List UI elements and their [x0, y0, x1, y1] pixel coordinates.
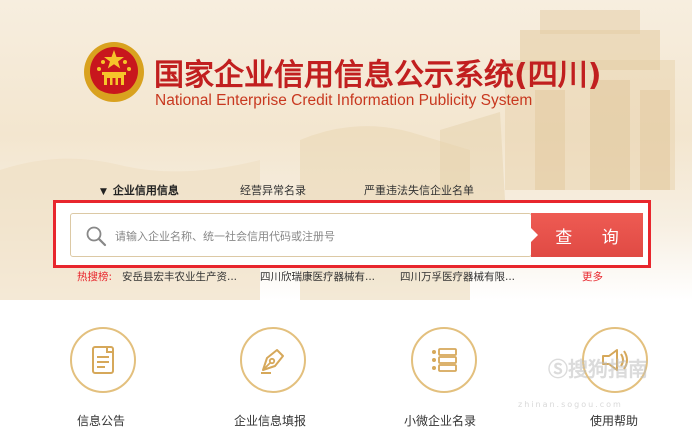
search-button[interactable]: 查 询 [531, 213, 643, 257]
hot-search-bar: 热搜榜: 安岳县宏丰农业生产资... 四川欣瑞康医疗器械有... 四川万孚医疗器… [0, 269, 692, 283]
list-icon [432, 348, 457, 372]
site-title-chinese: 国家企业信用信息公示系统(四川) [154, 58, 602, 93]
tab-label: 严重违法失信企业名单 [364, 184, 474, 197]
tab-label: 企业信用信息 [112, 184, 179, 197]
hot-search-item[interactable]: 四川万孚医疗器械有限... [400, 269, 515, 284]
watermark: Ⓢ搜狗指南 [548, 357, 648, 381]
feature-info-announcement[interactable] [70, 327, 136, 397]
hot-search-item[interactable]: 安岳县宏丰农业生产资... [122, 269, 237, 284]
site-title-english: National Enterprise Credit Information P… [155, 92, 533, 109]
tab-serious-violation-list[interactable]: 严重违法失信企业名单 [364, 182, 474, 198]
tab-label: 经营异常名录 [240, 184, 306, 197]
watermark-url: zhinan.sogou.com [518, 400, 623, 409]
hot-search-item[interactable]: 四川欣瑞康医疗器械有... [260, 269, 375, 284]
tab-enterprise-credit-info[interactable]: ▼ 企业信用信息 [100, 182, 179, 198]
feature-circle [411, 327, 477, 393]
feature-enterprise-info-report[interactable] [240, 327, 306, 397]
feature-circle [240, 327, 306, 393]
search-box [70, 213, 532, 257]
feature-label[interactable]: 企业信息填报 [234, 412, 306, 429]
feature-circle [70, 327, 136, 393]
search-button-label: 查 询 [555, 227, 631, 248]
national-emblem-icon [84, 42, 144, 102]
pen-nib-icon [261, 349, 284, 374]
document-icon [92, 346, 114, 374]
feature-label[interactable]: 信息公告 [77, 412, 125, 429]
tab-abnormal-operations-list[interactable]: 经营异常名录 [240, 182, 306, 198]
search-type-tabs: ▼ 企业信用信息 经营异常名录 严重违法失信企业名单 [0, 182, 692, 198]
search-icon [86, 226, 107, 247]
search-input[interactable] [115, 226, 515, 246]
feature-small-micro-enterprise-list[interactable] [411, 327, 477, 397]
hot-search-label: 热搜榜: [77, 271, 113, 283]
more-link[interactable]: 更多 [582, 269, 603, 284]
triangle-down-icon: ▼ [100, 187, 107, 197]
feature-label[interactable]: 使用帮助 [590, 412, 638, 429]
feature-label[interactable]: 小微企业名录 [404, 412, 476, 429]
